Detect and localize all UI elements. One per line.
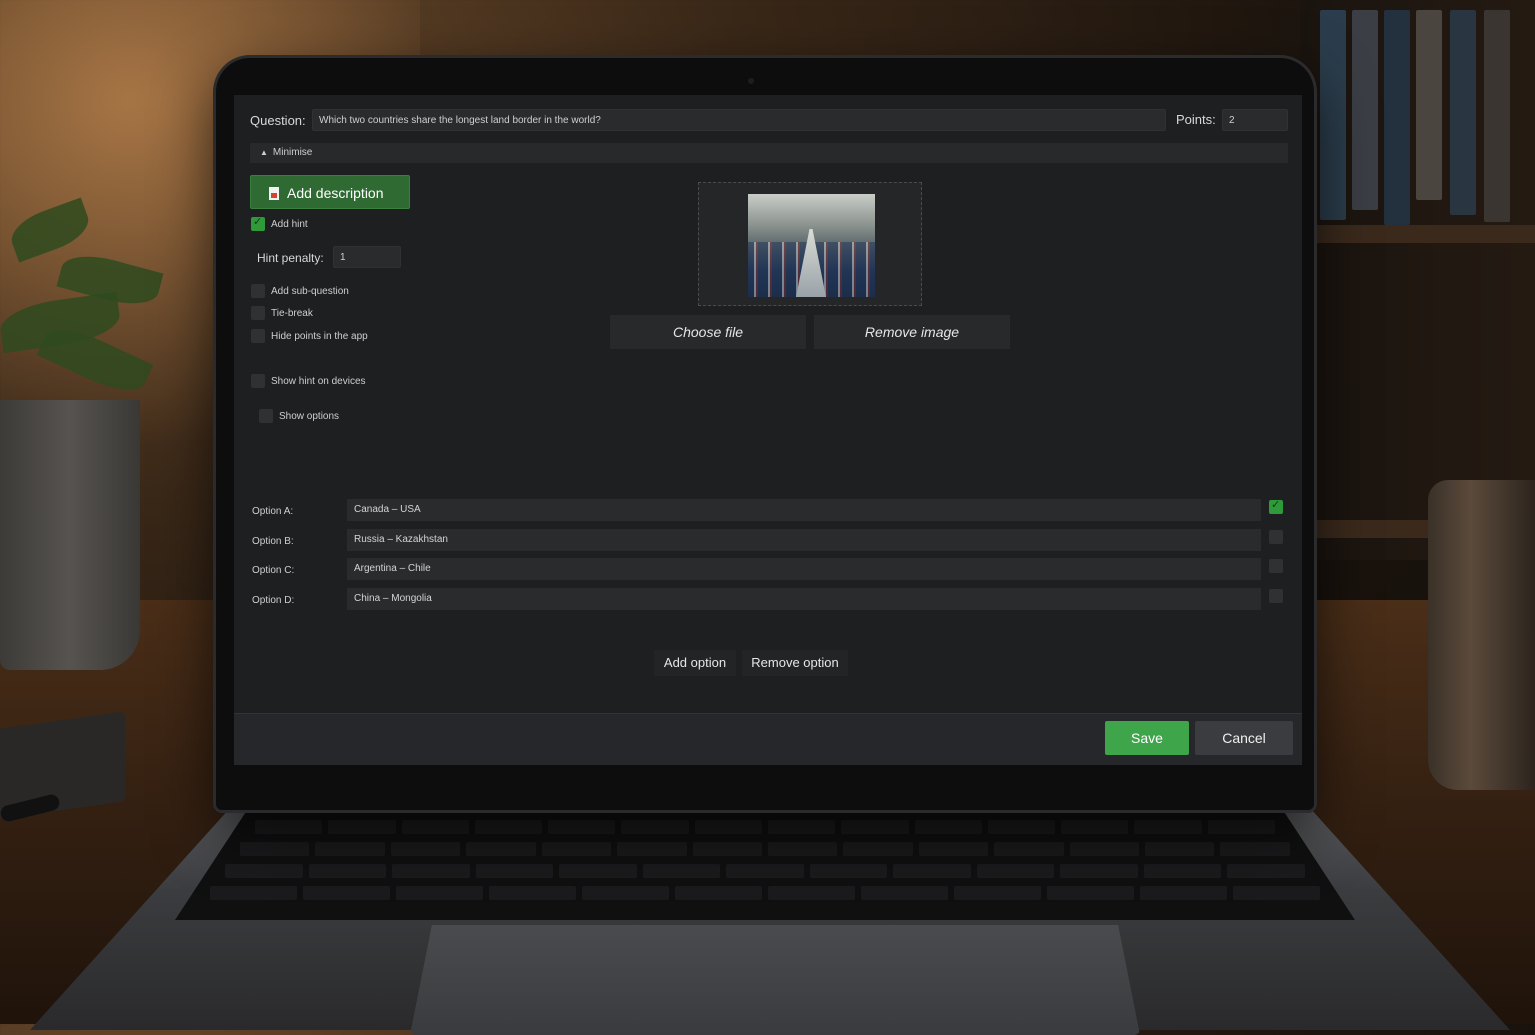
option-c-input[interactable]: Argentina – Chile [347, 558, 1261, 580]
hide-points-label: Hide points in the app [271, 331, 368, 342]
book [1416, 10, 1442, 200]
remove-image-button[interactable]: Remove image [814, 315, 1010, 349]
question-row: Question: Which two countries share the … [234, 105, 1302, 135]
coffee-mug [1428, 480, 1535, 790]
add-description-button[interactable]: Add description [250, 175, 410, 209]
book [1450, 10, 1476, 215]
book [1484, 10, 1510, 222]
tie-break-checkbox[interactable] [251, 306, 265, 320]
remove-option-button[interactable]: Remove option [742, 650, 848, 676]
hint-penalty-label: Hint penalty: [257, 251, 324, 265]
cancel-button[interactable]: Cancel [1195, 721, 1293, 755]
add-hint-checkbox[interactable] [251, 215, 265, 231]
option-d-correct-checkbox[interactable] [1269, 589, 1283, 603]
triangle-up-icon: ▲ [260, 148, 268, 157]
book [1384, 10, 1410, 225]
key-row [225, 864, 1305, 878]
book [1352, 10, 1378, 210]
book [1320, 10, 1346, 220]
image-dropzone[interactable] [698, 182, 922, 306]
add-option-button[interactable]: Add option [654, 650, 736, 676]
points-input[interactable]: 2 [1222, 109, 1288, 131]
webcam [748, 78, 754, 84]
option-a-label: Option A: [252, 506, 294, 517]
option-b-label: Option B: [252, 536, 294, 547]
plant-pot [0, 400, 140, 670]
option-b-input[interactable]: Russia – Kazakhstan [347, 529, 1261, 551]
shelf-board [1300, 225, 1535, 243]
key-row [255, 820, 1275, 834]
key-row [210, 886, 1320, 900]
show-options-checkbox[interactable] [259, 409, 273, 423]
option-c-label: Option C: [252, 565, 295, 576]
option-d-label: Option D: [252, 595, 295, 606]
add-hint-label: Add hint [271, 219, 308, 230]
show-hint-devices-checkbox[interactable] [251, 374, 265, 388]
keyboard [175, 812, 1355, 920]
show-options-label: Show options [279, 411, 340, 422]
trackpad [410, 925, 1140, 1035]
question-label: Question: [250, 113, 306, 128]
add-sub-question-label: Add sub-question [271, 286, 349, 297]
hide-points-checkbox[interactable] [251, 329, 265, 343]
key-row [240, 842, 1290, 856]
option-a-correct-checkbox[interactable] [1269, 498, 1283, 514]
choose-file-button[interactable]: Choose file [610, 315, 806, 349]
add-description-label: Add description [287, 185, 384, 201]
save-button[interactable]: Save [1105, 721, 1189, 755]
show-hint-devices-label: Show hint on devices [271, 376, 366, 387]
option-b-correct-checkbox[interactable] [1269, 530, 1283, 544]
bookshelf [1300, 0, 1535, 560]
add-sub-question-checkbox[interactable] [251, 284, 265, 298]
hint-penalty-input[interactable]: 1 [333, 246, 401, 268]
minimise-bar[interactable]: ▲ Minimise [250, 143, 1288, 163]
option-a-input[interactable]: Canada – USA [347, 499, 1261, 521]
minimise-label: Minimise [272, 147, 313, 158]
question-input[interactable]: Which two countries share the longest la… [312, 109, 1166, 131]
option-d-input[interactable]: China – Mongolia [347, 588, 1261, 610]
points-label: Points: [1176, 112, 1216, 127]
tie-break-label: Tie-break [271, 308, 313, 319]
question-image [748, 194, 875, 297]
document-icon [269, 187, 279, 200]
option-c-correct-checkbox[interactable] [1269, 559, 1283, 573]
question-editor: Question: Which two countries share the … [234, 95, 1302, 765]
